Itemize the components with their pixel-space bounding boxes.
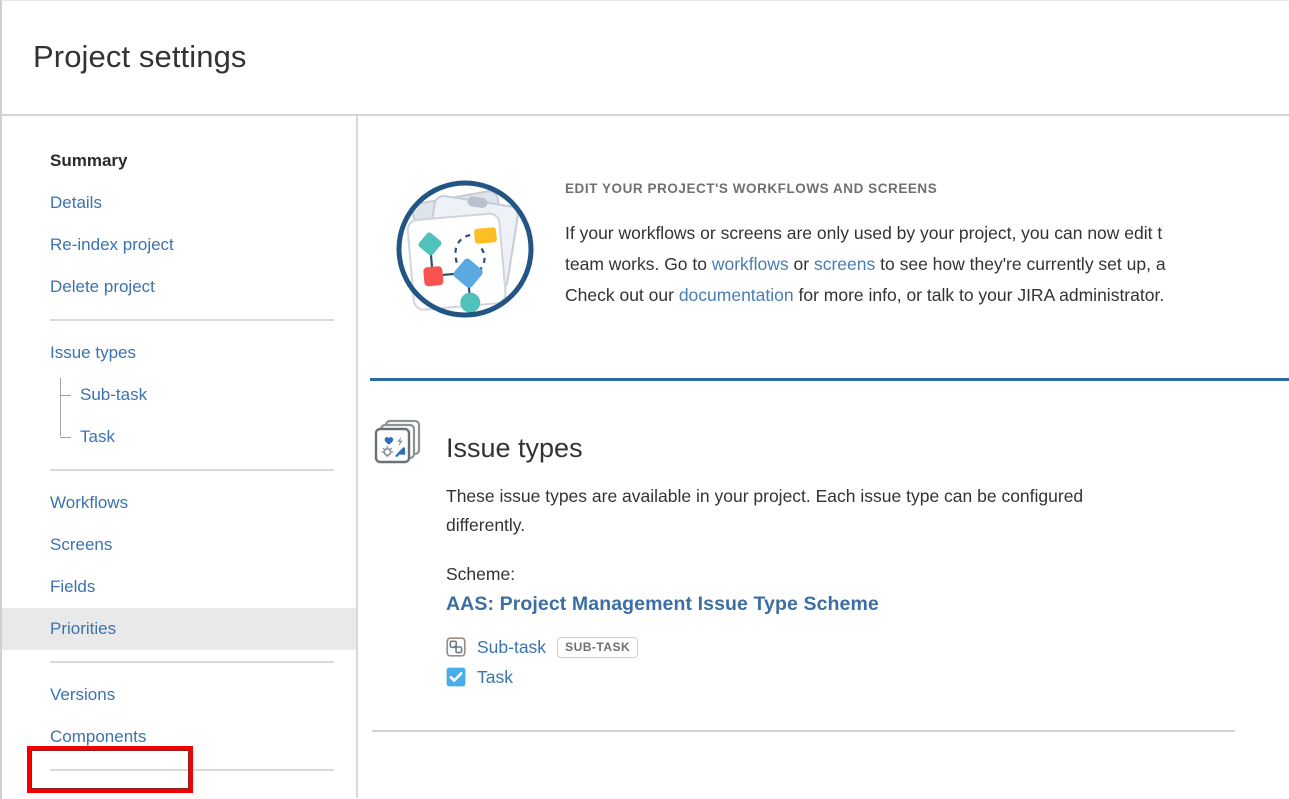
issue-type-scheme-link[interactable]: AAS: Project Management Issue Type Schem… (446, 593, 879, 616)
section-divider-gray (372, 730, 1235, 732)
settings-sidebar: Summary Details Re-index project Delete … (2, 116, 358, 798)
banner-line-2-mid: or (789, 254, 814, 274)
issue-type-link-task[interactable]: Task (477, 666, 513, 688)
sidebar-group-releases: Versions Components (2, 674, 356, 758)
banner-line-3-suffix: for more info, or talk to your JIRA admi… (794, 285, 1165, 305)
sidebar-group-project: Summary Details Re-index project Delete … (2, 140, 356, 308)
sidebar-item-versions[interactable]: Versions (2, 674, 356, 716)
sidebar-item-task[interactable]: Task (2, 416, 356, 458)
issue-type-link-sub-task[interactable]: Sub-task (477, 636, 546, 658)
sidebar-item-screens[interactable]: Screens (2, 524, 356, 566)
banner-line-2-suffix: to see how they're currently set up, a (875, 254, 1165, 274)
tree-branch-icon (60, 395, 71, 396)
sidebar-group-config: Workflows Screens Fields Priorities (2, 482, 356, 650)
banner-paragraph: If your workflows or screens are only us… (565, 218, 1166, 311)
banner-line-2-prefix: team works. Go to (565, 254, 712, 274)
issue-types-body: Issue types These issue types are availa… (446, 411, 1136, 696)
task-check-icon (446, 667, 466, 687)
workflow-cards-illustration (394, 174, 539, 324)
tree-branch-icon (60, 437, 71, 438)
sidebar-divider (50, 661, 334, 663)
banner-line-1: If your workflows or screens are only us… (565, 223, 1162, 243)
page-body: Summary Details Re-index project Delete … (2, 116, 1289, 798)
project-settings-page: Project settings Summary Details Re-inde… (0, 0, 1289, 799)
sidebar-divider (50, 319, 334, 321)
main-content: EDIT YOUR PROJECT'S WORKFLOWS AND SCREEN… (358, 116, 1289, 798)
sidebar-item-components[interactable]: Components (2, 716, 356, 758)
sidebar-item-label: Sub-task (80, 385, 147, 404)
sidebar-item-details[interactable]: Details (2, 182, 356, 224)
issue-types-title: Issue types (446, 433, 1136, 464)
sub-task-badge: SUB-TASK (557, 637, 638, 658)
sidebar-group-issue-types: Issue types Sub-task Task (2, 332, 356, 458)
sidebar-item-priorities[interactable]: Priorities (2, 608, 356, 650)
issue-type-row: Sub-task SUB-TASK (446, 636, 1136, 658)
sub-task-icon (446, 637, 466, 657)
scheme-label: Scheme: (446, 562, 1136, 587)
sidebar-divider (50, 469, 334, 471)
screens-link[interactable]: screens (814, 254, 875, 274)
sidebar-item-delete-project[interactable]: Delete project (2, 266, 356, 308)
page-header: Project settings (2, 1, 1289, 116)
documentation-link[interactable]: documentation (679, 285, 794, 305)
banner-kicker: EDIT YOUR PROJECT'S WORKFLOWS AND SCREEN… (565, 181, 1166, 196)
issue-type-row: Task (446, 666, 1136, 688)
issue-types-icon (372, 411, 424, 463)
sidebar-item-fields[interactable]: Fields (2, 566, 356, 608)
sidebar-item-summary[interactable]: Summary (2, 140, 356, 182)
sidebar-item-workflows[interactable]: Workflows (2, 482, 356, 524)
sidebar-item-label: Task (80, 427, 115, 446)
banner-text-block: EDIT YOUR PROJECT'S WORKFLOWS AND SCREEN… (565, 174, 1166, 324)
issue-types-description: These issue types are available in your … (446, 482, 1136, 540)
sidebar-item-re-index-project[interactable]: Re-index project (2, 224, 356, 266)
sidebar-divider (50, 769, 334, 771)
issue-types-section: Issue types These issue types are availa… (358, 381, 1289, 696)
sidebar-issue-type-children: Sub-task Task (2, 374, 356, 458)
workflows-link[interactable]: workflows (712, 254, 789, 274)
page-title: Project settings (33, 40, 247, 74)
sidebar-item-sub-task[interactable]: Sub-task (2, 374, 356, 416)
workflows-screens-banner: EDIT YOUR PROJECT'S WORKFLOWS AND SCREEN… (358, 116, 1289, 324)
sidebar-item-issue-types[interactable]: Issue types (2, 332, 356, 374)
banner-line-3-prefix: Check out our (565, 285, 679, 305)
